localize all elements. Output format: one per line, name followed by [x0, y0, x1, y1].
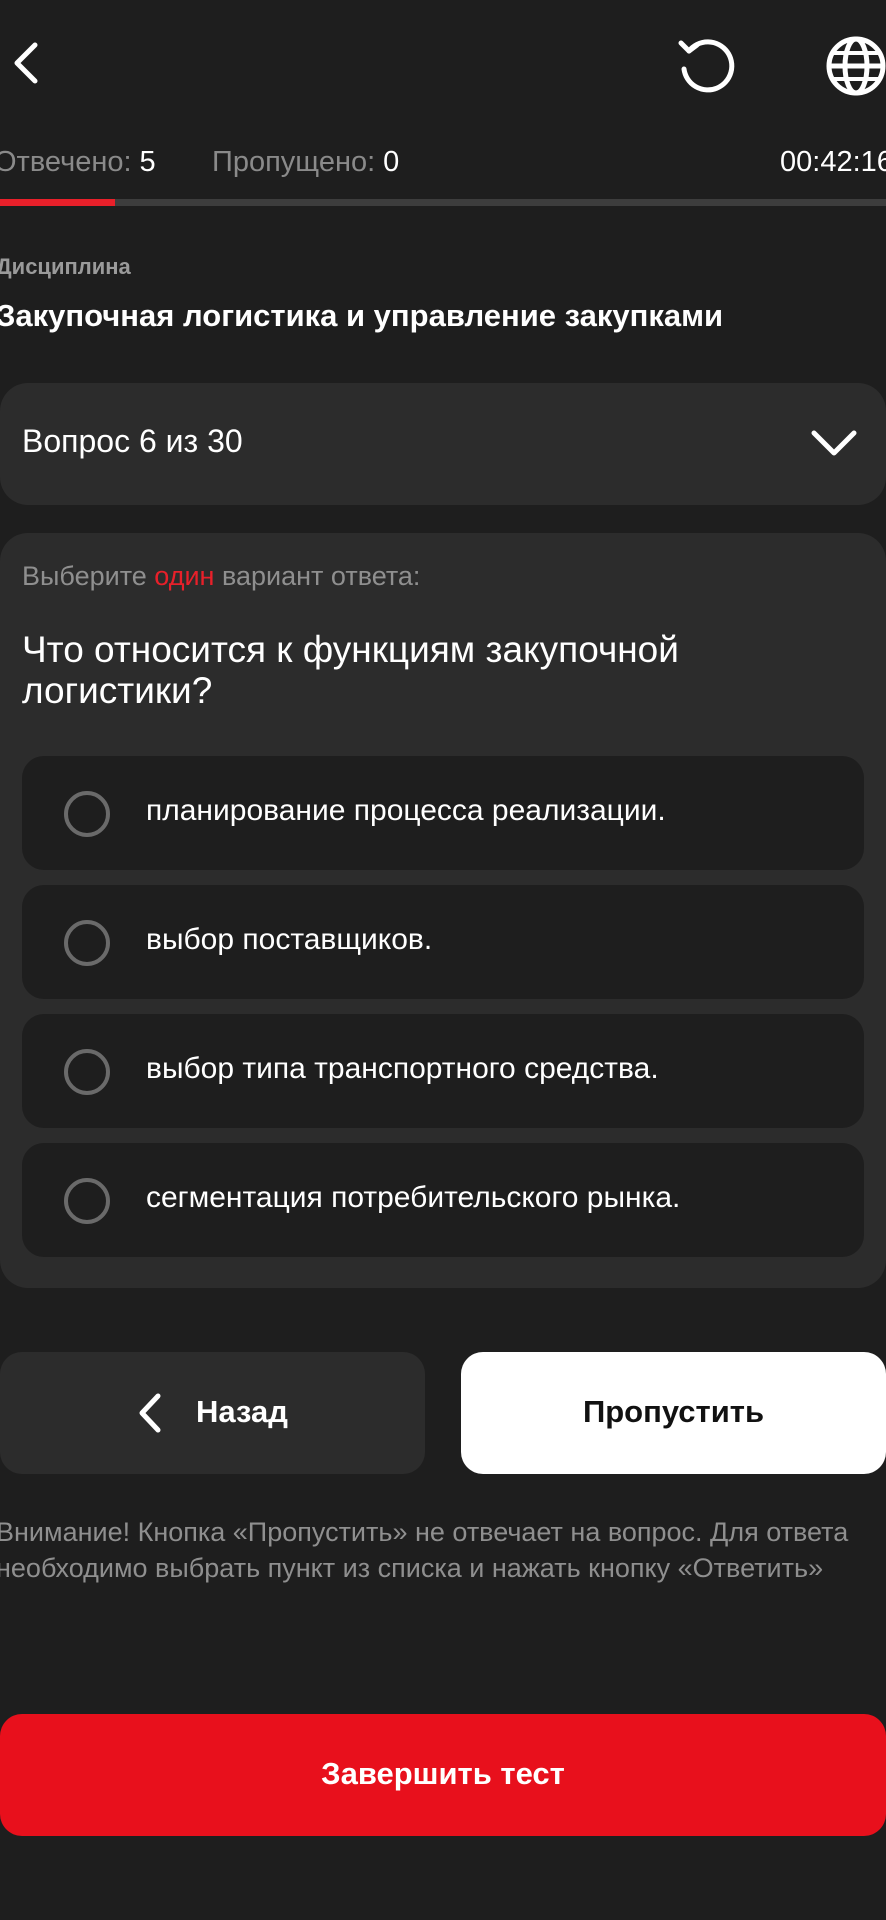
finish-test-button[interactable]: Завершить тест	[0, 1714, 886, 1836]
skip-button[interactable]: Пропустить	[461, 1352, 886, 1474]
question-text: Что относится к функциям закупочной логи…	[22, 629, 679, 711]
answer-option[interactable]: выбор типа транспортного средства.	[22, 1014, 864, 1128]
previous-question-button[interactable]: Назад	[0, 1352, 425, 1474]
answered-label: Отвечено:	[0, 146, 132, 178]
question-card: Выберите один вариант ответа: Что относи…	[0, 533, 886, 1288]
answer-option[interactable]: выбор поставщиков.	[22, 885, 864, 999]
discipline-title: Закупочная логистика и управление закупк…	[0, 298, 724, 333]
globe-icon	[826, 36, 886, 96]
skipped-label: Пропущено:	[212, 146, 376, 178]
progress-bar	[0, 199, 886, 206]
answer-option[interactable]: планирование процесса реализации.	[22, 756, 864, 870]
answer-option-label: сегментация потребительского рынка.	[146, 1181, 681, 1214]
answer-option-label: выбор поставщиков.	[146, 923, 433, 956]
timer: 00:42:16	[780, 146, 886, 178]
top-bar	[0, 0, 886, 130]
answer-option-label: выбор типа транспортного средства.	[146, 1052, 659, 1085]
answered-counter: Отвечено: 5	[0, 146, 156, 179]
back-button[interactable]	[0, 28, 50, 98]
test-stats: Отвечено: 5 Пропущено: 0 00:42:16	[0, 146, 886, 186]
radio-button[interactable]	[64, 920, 110, 966]
radio-button[interactable]	[64, 1178, 110, 1224]
answer-option-label: планирование процесса реализации.	[146, 794, 666, 827]
answered-value: 5	[139, 146, 156, 178]
language-button[interactable]	[818, 28, 886, 104]
previous-question-label: Назад	[196, 1394, 288, 1429]
answer-option[interactable]: сегментация потребительского рынка.	[22, 1143, 864, 1257]
skipped-value: 0	[383, 146, 400, 178]
refresh-icon	[678, 39, 735, 93]
finish-test-label: Завершить тест	[321, 1756, 565, 1791]
discipline-label: Дисциплина	[0, 254, 131, 279]
answer-instruction: Выберите один вариант ответа:	[22, 561, 420, 592]
progress-fill	[0, 199, 116, 206]
skipped-counter: Пропущено: 0	[212, 146, 399, 179]
chevron-left-icon	[14, 42, 38, 84]
chevron-down-icon	[811, 430, 857, 456]
question-selector[interactable]: Вопрос 6 из 30	[0, 383, 886, 505]
instruction-before: Выберите	[22, 561, 155, 591]
question-number: Вопрос 6 из 30	[22, 423, 243, 459]
instruction-accent: один	[154, 561, 215, 591]
chevron-left-icon	[139, 1393, 161, 1433]
radio-button[interactable]	[64, 1049, 110, 1095]
radio-button[interactable]	[64, 791, 110, 837]
reset-button[interactable]	[670, 28, 746, 104]
instruction-after: вариант ответа:	[214, 561, 421, 591]
skip-warning: Внимание! Кнопка «Пропустить» не отвечае…	[0, 1517, 849, 1583]
skip-label: Пропустить	[582, 1394, 765, 1429]
